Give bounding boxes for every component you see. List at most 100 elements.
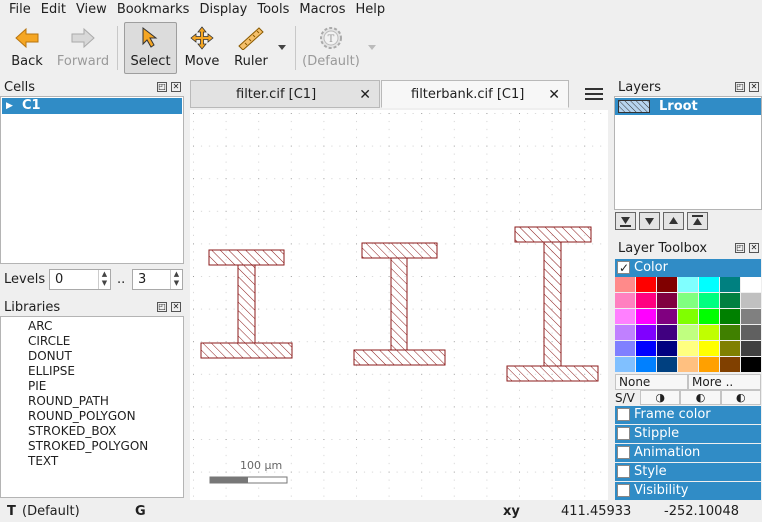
color-swatch[interactable] <box>720 293 740 308</box>
color-swatch[interactable] <box>636 309 656 324</box>
spin-down-icon[interactable]: ▼ <box>171 279 182 288</box>
checkbox-icon[interactable] <box>617 465 630 478</box>
checkbox-icon[interactable] <box>617 408 630 421</box>
move-up-icon[interactable] <box>663 212 684 230</box>
library-item[interactable]: STROKED_POLYGON <box>28 439 148 454</box>
tab-menu-icon[interactable] <box>583 85 605 105</box>
libraries-tree[interactable]: ARC CIRCLE DONUT ELLIPSE PIE ROUND_PATH … <box>0 316 184 498</box>
color-swatch[interactable] <box>720 341 740 356</box>
color-swatch[interactable] <box>720 357 740 372</box>
color-swatch[interactable] <box>741 277 761 292</box>
color-swatch[interactable] <box>636 293 656 308</box>
select-button[interactable]: Select <box>124 22 177 74</box>
library-item[interactable]: STROKED_BOX <box>28 424 116 439</box>
color-swatch[interactable] <box>699 293 719 308</box>
close-icon[interactable]: ✕ <box>749 243 759 253</box>
ruler-dropdown-icon[interactable] <box>278 45 286 50</box>
color-swatch[interactable] <box>615 325 635 340</box>
library-item[interactable]: ROUND_PATH <box>28 394 109 409</box>
color-swatch[interactable] <box>699 277 719 292</box>
close-icon[interactable]: ✕ <box>171 82 181 92</box>
menu-bookmarks[interactable]: Bookmarks <box>112 0 195 20</box>
float-icon[interactable]: ◰ <box>735 82 745 92</box>
menu-file[interactable]: File <box>0 0 36 20</box>
menu-display[interactable]: Display <box>194 0 252 20</box>
default-style-button[interactable]: T (Default) <box>300 23 362 73</box>
menu-macros[interactable]: Macros <box>294 0 350 20</box>
color-swatch[interactable] <box>657 293 677 308</box>
checkbox-icon[interactable] <box>617 484 630 497</box>
color-swatch[interactable] <box>615 309 635 324</box>
menu-help[interactable]: Help <box>351 0 391 20</box>
darker-icon[interactable]: ◐ <box>680 390 721 405</box>
color-swatch[interactable] <box>636 277 656 292</box>
spin-up-icon[interactable]: ▲ <box>99 270 110 279</box>
move-to-top-icon[interactable] <box>687 212 708 230</box>
spin-down-icon[interactable]: ▼ <box>99 279 110 288</box>
spin-up-icon[interactable]: ▲ <box>171 270 182 279</box>
color-swatch[interactable] <box>699 309 719 324</box>
color-swatch[interactable] <box>720 325 740 340</box>
color-swatch[interactable] <box>657 325 677 340</box>
color-swatch[interactable] <box>615 293 635 308</box>
close-icon[interactable]: ✕ <box>749 82 759 92</box>
back-button[interactable]: Back <box>4 23 50 73</box>
checkbox-icon[interactable] <box>617 446 630 459</box>
close-icon[interactable]: ✕ <box>171 302 181 312</box>
vertical-scrollbar[interactable] <box>600 115 606 495</box>
float-icon[interactable]: ◰ <box>157 82 167 92</box>
color-swatch[interactable] <box>720 309 740 324</box>
move-to-bottom-icon[interactable] <box>615 212 636 230</box>
visibility-section-toggle[interactable]: Visibility <box>615 482 761 500</box>
style-section-toggle[interactable]: Style <box>615 463 761 481</box>
layout-canvas[interactable]: 100 µm <box>190 110 611 503</box>
color-swatch[interactable] <box>657 277 677 292</box>
none-color-button[interactable]: None <box>615 374 688 390</box>
color-swatch[interactable] <box>678 309 698 324</box>
cells-tree[interactable]: ▶ C1 <box>0 96 184 264</box>
contrast-icon[interactable]: ◐ <box>720 390 761 405</box>
tab-close-icon[interactable]: ✕ <box>359 81 371 109</box>
layer-item-lroot[interactable]: Lroot <box>615 98 761 115</box>
library-item[interactable]: TEXT <box>28 454 58 469</box>
library-item[interactable]: CIRCLE <box>28 334 70 349</box>
color-swatch[interactable] <box>741 341 761 356</box>
color-swatch[interactable] <box>657 357 677 372</box>
levels-to-spinbox[interactable]: 3 ▲ ▼ <box>132 269 183 290</box>
library-item[interactable]: PIE <box>28 379 46 394</box>
color-swatch[interactable] <box>657 309 677 324</box>
tab-filter[interactable]: filter.cif [C1] ✕ <box>190 80 380 108</box>
color-swatch[interactable] <box>678 341 698 356</box>
color-swatch[interactable] <box>657 341 677 356</box>
float-icon[interactable]: ◰ <box>735 243 745 253</box>
color-swatch[interactable] <box>678 357 698 372</box>
color-section-toggle[interactable]: ✓ Color <box>615 259 761 277</box>
checkbox-checked-icon[interactable]: ✓ <box>617 261 630 275</box>
layers-list[interactable]: Lroot <box>614 96 762 210</box>
color-swatch[interactable] <box>720 277 740 292</box>
move-down-icon[interactable] <box>639 212 660 230</box>
library-item[interactable]: ARC <box>28 319 52 334</box>
color-swatch[interactable] <box>636 357 656 372</box>
color-swatch[interactable] <box>615 341 635 356</box>
color-swatch[interactable] <box>678 325 698 340</box>
color-swatch[interactable] <box>678 277 698 292</box>
color-swatch[interactable] <box>636 341 656 356</box>
ruler-button[interactable]: Ruler <box>229 23 273 73</box>
cell-item-c1[interactable]: ▶ C1 <box>2 98 182 114</box>
brighter-icon[interactable]: ◑ <box>640 390 681 405</box>
tab-close-icon[interactable]: ✕ <box>548 81 560 109</box>
float-icon[interactable]: ◰ <box>157 302 167 312</box>
color-swatch[interactable] <box>615 357 635 372</box>
stipple-section-toggle[interactable]: Stipple <box>615 425 761 443</box>
menu-tools[interactable]: Tools <box>252 0 294 20</box>
color-swatch[interactable] <box>741 309 761 324</box>
library-item[interactable]: DONUT <box>28 349 72 364</box>
checkbox-icon[interactable] <box>617 427 630 440</box>
color-swatch[interactable] <box>741 325 761 340</box>
color-swatch[interactable] <box>741 293 761 308</box>
animation-section-toggle[interactable]: Animation <box>615 444 761 462</box>
expand-arrow-icon[interactable]: ▶ <box>6 98 13 114</box>
color-swatch[interactable] <box>699 341 719 356</box>
tab-filterbank[interactable]: filterbank.cif [C1] ✕ <box>381 80 569 108</box>
